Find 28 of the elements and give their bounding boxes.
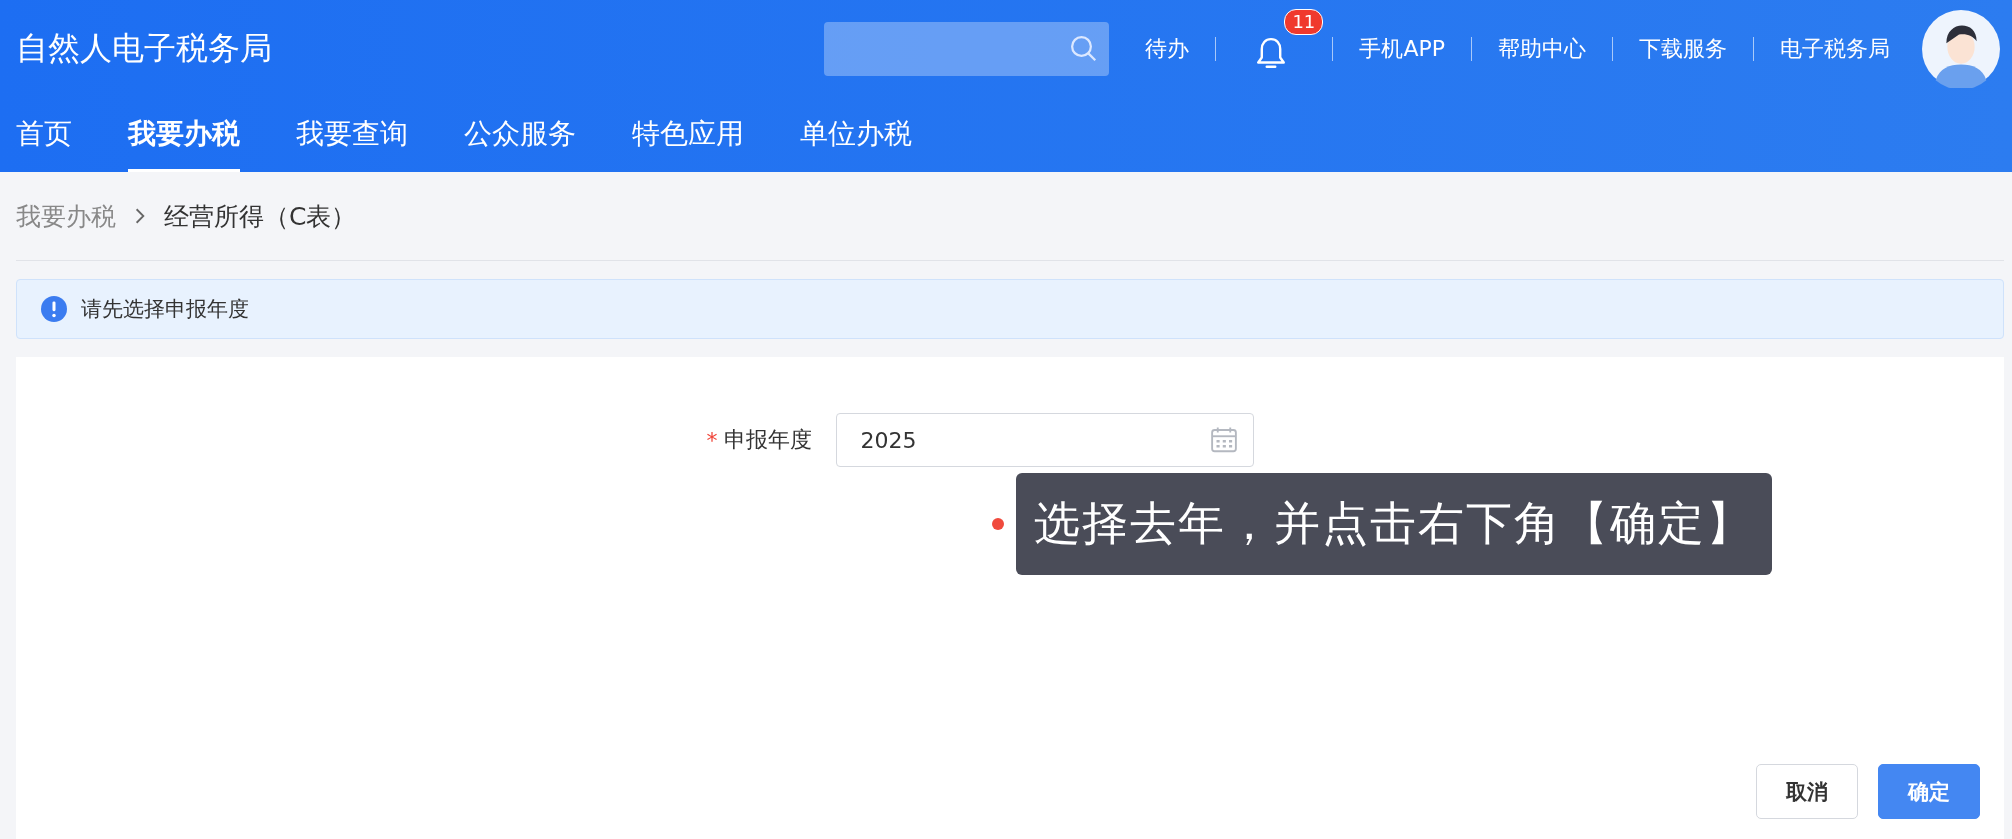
info-icon [41,296,67,322]
site-title: 自然人电子税务局 [16,28,272,69]
nav-tab[interactable]: 单位办税 [800,98,912,172]
alert-message: 请先选择申报年度 [81,296,249,323]
header-link[interactable]: 电子税务局 [1774,34,1896,64]
breadcrumb-link[interactable]: 我要办税 [16,199,116,233]
breadcrumb-current: 经营所得（C表） [164,200,357,233]
header-link[interactable]: 下载服务 [1633,34,1733,64]
cancel-button[interactable]: 取消 [1756,764,1858,819]
nav-tab[interactable]: 首页 [16,98,72,172]
nav-tab[interactable]: 特色应用 [632,98,744,172]
calendar-icon[interactable] [1208,425,1239,455]
field-label: 申报年度 [723,426,812,454]
notification-badge: 11 [1284,9,1324,35]
header-link[interactable]: 待办 [1139,34,1196,64]
nav-tab[interactable]: 我要查询 [296,98,408,172]
required-mark: * [706,427,718,453]
search-field[interactable] [824,22,1110,76]
chevron-right-icon [134,207,146,225]
avatar-icon[interactable] [1922,10,2000,88]
confirm-button[interactable]: 确定 [1878,764,1980,819]
hotspot-dot [992,518,1004,530]
header-link[interactable]: 帮助中心 [1492,34,1592,64]
guide-tooltip: 选择去年，并点击右下角【确定】 [1016,473,1772,575]
header-link[interactable]: 手机APP [1353,34,1451,64]
nav-tab[interactable]: 我要办税 [128,98,240,172]
nav-tab[interactable]: 公众服务 [464,98,576,172]
year-field[interactable]: 2025 [835,413,1254,467]
